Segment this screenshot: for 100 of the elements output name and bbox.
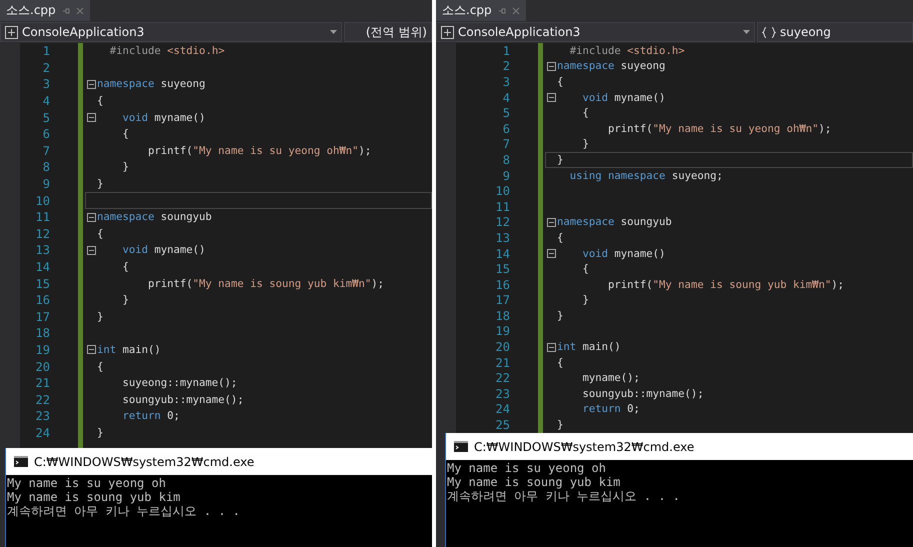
line-number: 1 xyxy=(42,44,50,58)
line-number: 12 xyxy=(496,215,510,230)
line-number: 24 xyxy=(496,402,510,416)
line-number: 5 xyxy=(502,106,510,120)
namespace-icon xyxy=(762,26,776,38)
code-line: } xyxy=(582,138,589,150)
collapse-icon[interactable] xyxy=(86,212,96,222)
caret-icon xyxy=(330,30,337,34)
line-number: 14 xyxy=(36,260,50,274)
code-line: { xyxy=(582,107,589,120)
collapse-icon[interactable] xyxy=(546,93,556,102)
line-number: 14 xyxy=(496,246,510,261)
code-line: return 0; xyxy=(582,403,640,416)
code-line: printf("My name is su yeong oh₩n"); xyxy=(147,144,372,157)
line-number: 6 xyxy=(502,122,510,136)
line-number: 10 xyxy=(36,194,50,208)
line-number: 3 xyxy=(42,77,50,92)
code-line: #include <stdio.h> xyxy=(108,45,225,58)
code-line: printf("My name is soung yub kim₩n"); xyxy=(607,278,844,291)
line-number: 17 xyxy=(36,310,50,324)
console-output: My name is soung yub kim xyxy=(7,490,182,504)
line-number: 21 xyxy=(496,356,510,370)
console-icon xyxy=(454,441,468,452)
code-line: suyeong::myname(); xyxy=(122,377,238,390)
line-number: 18 xyxy=(496,308,510,323)
console-output: My name is soung yub kim xyxy=(447,475,622,489)
line-number: 3 xyxy=(502,74,510,89)
line-number: 11 xyxy=(496,200,510,214)
code-line: return 0; xyxy=(122,410,180,422)
code-line: namespace soungyub xyxy=(557,216,672,228)
line-number: 23 xyxy=(36,409,50,424)
code-line: { xyxy=(582,263,589,276)
line-number: 12 xyxy=(36,226,50,241)
code-line: namespace soungyub xyxy=(97,211,212,224)
project-dropdown[interactable]: ConsoleApplication3 xyxy=(0,22,342,42)
code-line: { xyxy=(557,232,564,244)
console-title: C:₩WINDOWS₩system32₩cmd.exe xyxy=(474,440,694,454)
line-number: 4 xyxy=(502,90,510,105)
code-line: void myname() xyxy=(582,92,666,104)
code-line: } xyxy=(97,178,104,190)
code-line: { xyxy=(97,360,104,373)
line-number: 8 xyxy=(502,152,510,167)
line-number: 25 xyxy=(496,418,510,432)
project-icon xyxy=(441,26,454,38)
line-number: 2 xyxy=(42,60,50,75)
line-number: 15 xyxy=(496,262,510,276)
collapse-icon[interactable] xyxy=(546,218,556,227)
collapse-icon[interactable] xyxy=(86,113,96,122)
line-number: 7 xyxy=(502,137,510,152)
line-number: 8 xyxy=(42,160,50,174)
line-number: 13 xyxy=(36,243,50,258)
line-number: 16 xyxy=(36,293,50,308)
code-line: #include <stdio.h> xyxy=(568,44,685,57)
console-output: My name is su yeong oh xyxy=(447,461,607,475)
scope-dropdown[interactable]: suyeong xyxy=(757,22,913,42)
line-number: 15 xyxy=(36,276,50,291)
scope-dropdown[interactable]: (전역 범위) xyxy=(344,22,432,42)
code-line: namespace suyeong xyxy=(557,60,666,72)
line-number: 17 xyxy=(496,293,510,308)
collapse-icon[interactable] xyxy=(546,62,556,71)
code-line: } xyxy=(122,161,129,174)
collapse-icon[interactable] xyxy=(86,80,96,89)
project-dropdown[interactable]: ConsoleApplication3 xyxy=(436,22,755,42)
code-line: printf("My name is su yeong oh₩n"); xyxy=(607,122,832,135)
line-number: 7 xyxy=(42,144,50,158)
code-line: using namespace suyeong; xyxy=(568,170,723,182)
line-number: 19 xyxy=(496,324,510,338)
collapse-icon[interactable] xyxy=(546,342,556,352)
code-line: } xyxy=(582,294,589,306)
collapse-icon[interactable] xyxy=(546,249,556,258)
console-icon xyxy=(14,456,28,467)
code-line: myname(); xyxy=(582,372,640,384)
code-line: int main() xyxy=(97,344,161,356)
line-number: 13 xyxy=(496,230,510,245)
line-number: 16 xyxy=(496,278,510,292)
line-number: 10 xyxy=(496,184,510,198)
line-number: 4 xyxy=(42,94,50,108)
code-line: soungyub::myname(); xyxy=(582,388,704,400)
collapse-icon[interactable] xyxy=(86,246,96,255)
line-number: 24 xyxy=(36,426,50,440)
console-output: My name is su yeong oh xyxy=(7,476,167,490)
line-number: 22 xyxy=(496,371,510,386)
line-number: 23 xyxy=(496,386,510,401)
line-number: 21 xyxy=(36,376,50,390)
console-title: C:₩WINDOWS₩system32₩cmd.exe xyxy=(34,454,254,468)
project-icon xyxy=(5,26,18,38)
line-number: 5 xyxy=(42,110,50,125)
code-line: void myname() xyxy=(122,244,206,256)
line-number: 19 xyxy=(36,342,50,357)
code-line: } xyxy=(557,310,564,322)
code-line: } xyxy=(122,294,129,306)
code-line: { xyxy=(557,356,564,369)
console-output: 계속하려면 아무 키나 누르십시오 . . . xyxy=(447,489,682,503)
collapse-icon[interactable] xyxy=(86,345,96,354)
code-line: } xyxy=(557,419,564,432)
code-line: void myname() xyxy=(122,112,206,124)
code-line: soungyub::myname(); xyxy=(122,394,244,406)
line-number: 1 xyxy=(502,44,510,58)
code-line: { xyxy=(122,261,129,274)
code-line: { xyxy=(122,128,129,140)
